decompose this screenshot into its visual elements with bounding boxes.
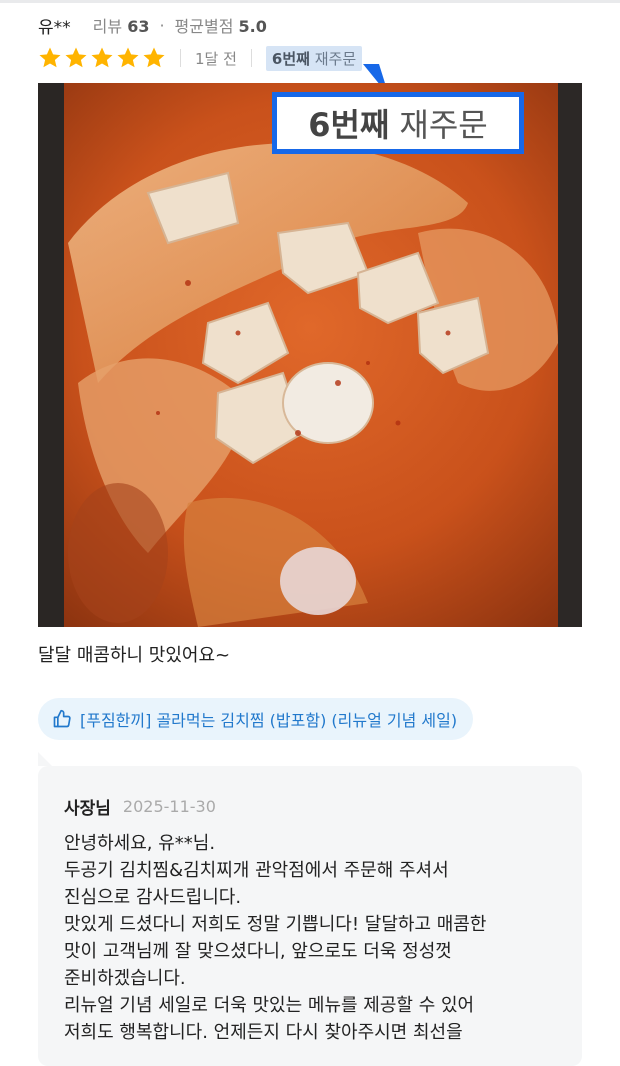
star-icon (91, 47, 113, 68)
reply-line: 맛이 고객님께 잘 맞으셨다니, 앞으로도 더욱 정성껏 (64, 941, 452, 962)
reorder-label: 재주문 (314, 49, 357, 68)
reply-author: 사장님 (64, 799, 111, 819)
reply-notch (38, 752, 52, 766)
reply-line: 저희도 행복합니다. 언제든지 다시 찾아주시면 최선을 (64, 1022, 463, 1043)
star-icon (39, 47, 61, 68)
reorder-count: 6번째 (271, 49, 310, 68)
divider (250, 49, 252, 67)
time-ago: 1달 전 (195, 49, 237, 68)
reorder-badge: 6번째 재주문 (265, 45, 363, 71)
review-header: 유** 리뷰 63 · 평균별점 5.0 (38, 12, 267, 38)
reorder-callout-count: 6번째 (308, 106, 390, 144)
avg-rating-value: 5.0 (238, 17, 267, 36)
reply-line: 안녕하세요, 유**님. (64, 833, 216, 854)
star-rating (38, 46, 166, 70)
owner-reply: 사장님 2025-11-30 안녕하세요, 유**님. 두공기 김치찜&김치찌개… (38, 766, 582, 1066)
review-count-value: 63 (127, 17, 150, 36)
ordered-menu-chip[interactable]: [푸짐한끼] 골라먹는 김치찜 (밥포함) (리뉴얼 기념 세일) (38, 698, 474, 740)
reply-line: 리뉴얼 기념 세일로 더욱 맛있는 메뉴를 제공할 수 있어 (64, 995, 475, 1016)
star-icon (143, 47, 165, 68)
reorder-callout: 6번째 재주문 (272, 92, 524, 154)
reviewer-nickname[interactable]: 유** (38, 13, 71, 38)
menu-chip-label: [푸짐한끼] 골라먹는 김치찜 (밥포함) (리뉴얼 기념 세일) (80, 711, 458, 730)
separator-dot: · (159, 15, 165, 35)
review-count-label: 리뷰 (92, 17, 123, 36)
star-icon (117, 47, 139, 68)
reply-line: 진심으로 감사드립니다. (64, 887, 242, 908)
rating-row: 1달 전 6번째 재주문 (38, 44, 363, 72)
reorder-callout-label: 재주문 (399, 106, 488, 144)
reply-line: 두공기 김치찜&김치찌개 관악점에서 주문해 주셔서 (64, 860, 449, 881)
review-text: 달달 매콤하니 맛있어요~ (38, 645, 231, 666)
star-icon (65, 47, 87, 68)
review-photo[interactable] (38, 83, 582, 627)
thumbs-up-icon (53, 709, 71, 728)
divider (180, 49, 181, 67)
kimchi-stew-image (38, 83, 582, 627)
top-divider (0, 0, 620, 3)
avg-rating: 평균별점 5.0 (175, 13, 267, 37)
reply-line: 준비하겠습니다. (64, 968, 186, 989)
reply-line: 맛있게 드셨다니 저희도 정말 기쁩니다! 달달하고 매콤한 (64, 914, 487, 935)
reply-date: 2025-11-30 (122, 797, 216, 816)
avg-rating-label: 평균별점 (174, 17, 234, 36)
review-count: 리뷰 63 (93, 13, 150, 37)
reply-body: 안녕하세요, 유**님. 두공기 김치찜&김치찌개 관악점에서 주문해 주셔서 … (64, 830, 564, 1046)
reply-header: 사장님 2025-11-30 (64, 794, 216, 819)
